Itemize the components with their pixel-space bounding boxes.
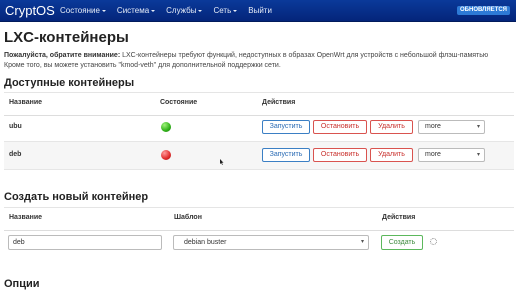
notice-bold: Пожалуйста, обратите внимание: xyxy=(4,52,121,59)
container-name-input[interactable]: deb xyxy=(8,235,162,250)
template-select-value: debian buster xyxy=(184,239,227,246)
create-table-header: Название Шаблон Действия xyxy=(4,207,514,231)
stop-button[interactable]: Остановить xyxy=(313,148,367,162)
main-menu: Состояние Система Службы Сеть Выйти xyxy=(60,0,283,21)
refreshing-badge[interactable]: ОБНОВЛЯЕТСЯ xyxy=(457,6,510,15)
create-row: deb debian buster ▾ Создать xyxy=(4,229,514,256)
chevron-down-icon: ▾ xyxy=(360,239,364,245)
chevron-down-icon xyxy=(233,10,238,12)
status-running-icon xyxy=(161,122,171,132)
menu-services[interactable]: Службы xyxy=(166,0,203,21)
create-container-title: Создать новый контейнер xyxy=(4,191,149,203)
chevron-down-icon xyxy=(151,10,156,12)
menu-logout-label: Выйти xyxy=(248,6,272,15)
stop-button[interactable]: Остановить xyxy=(313,120,367,134)
loading-spinner-icon xyxy=(430,238,437,245)
available-table-header: Название Состояние Действия xyxy=(4,92,514,116)
chevron-down-icon: ▾ xyxy=(476,124,480,130)
chevron-down-icon: ▾ xyxy=(476,152,480,158)
notice-text: Пожалуйста, обратите внимание: LXC-конте… xyxy=(4,51,512,71)
delete-button[interactable]: Удалить xyxy=(370,120,413,134)
header-actions: Действия xyxy=(382,214,416,221)
create-button[interactable]: Создать xyxy=(381,235,423,250)
notice-line-2: Кроме того, вы можете установить "kmod-v… xyxy=(4,62,281,69)
menu-network-label: Сеть xyxy=(213,6,232,15)
header-template: Шаблон xyxy=(174,214,202,221)
page-title: LXC-контейнеры xyxy=(4,29,129,46)
available-containers-title: Доступные контейнеры xyxy=(4,77,135,89)
options-title: Опции xyxy=(4,278,40,290)
menu-status-label: Состояние xyxy=(60,6,100,15)
more-select[interactable]: more ▾ xyxy=(418,120,485,134)
chevron-down-icon xyxy=(198,10,203,12)
more-select[interactable]: more ▾ xyxy=(418,148,485,162)
menu-system-label: Система xyxy=(116,6,150,15)
start-button[interactable]: Запустить xyxy=(262,148,310,162)
delete-button[interactable]: Удалить xyxy=(370,148,413,162)
header-state: Состояние xyxy=(160,99,198,106)
brand-logo[interactable]: CryptOS xyxy=(5,2,55,19)
container-name: deb xyxy=(9,151,22,158)
template-select[interactable]: debian buster ▾ xyxy=(173,235,369,250)
chevron-down-icon xyxy=(101,10,106,12)
status-stopped-icon xyxy=(161,150,171,160)
menu-status[interactable]: Состояние xyxy=(60,0,106,21)
more-select-value: more xyxy=(425,123,441,130)
header-actions: Действия xyxy=(262,99,296,106)
notice-body: LXC-контейнеры требуют функций, недоступ… xyxy=(120,52,489,59)
menu-system[interactable]: Система xyxy=(116,0,156,21)
more-select-value: more xyxy=(425,151,441,158)
container-name: ubu xyxy=(9,123,22,130)
header-name: Название xyxy=(9,214,43,221)
top-navbar: CryptOS Состояние Система Службы Сеть Вы… xyxy=(0,0,516,22)
table-row: ubu Запустить Остановить Удалить more ▾ xyxy=(4,114,514,142)
menu-services-label: Службы xyxy=(166,6,197,15)
menu-logout[interactable]: Выйти xyxy=(248,0,272,21)
mouse-cursor-icon xyxy=(220,159,224,165)
table-row: deb Запустить Остановить Удалить more ▾ xyxy=(4,142,514,170)
start-button[interactable]: Запустить xyxy=(262,120,310,134)
menu-network[interactable]: Сеть xyxy=(213,0,238,21)
header-name: Название xyxy=(9,99,43,106)
